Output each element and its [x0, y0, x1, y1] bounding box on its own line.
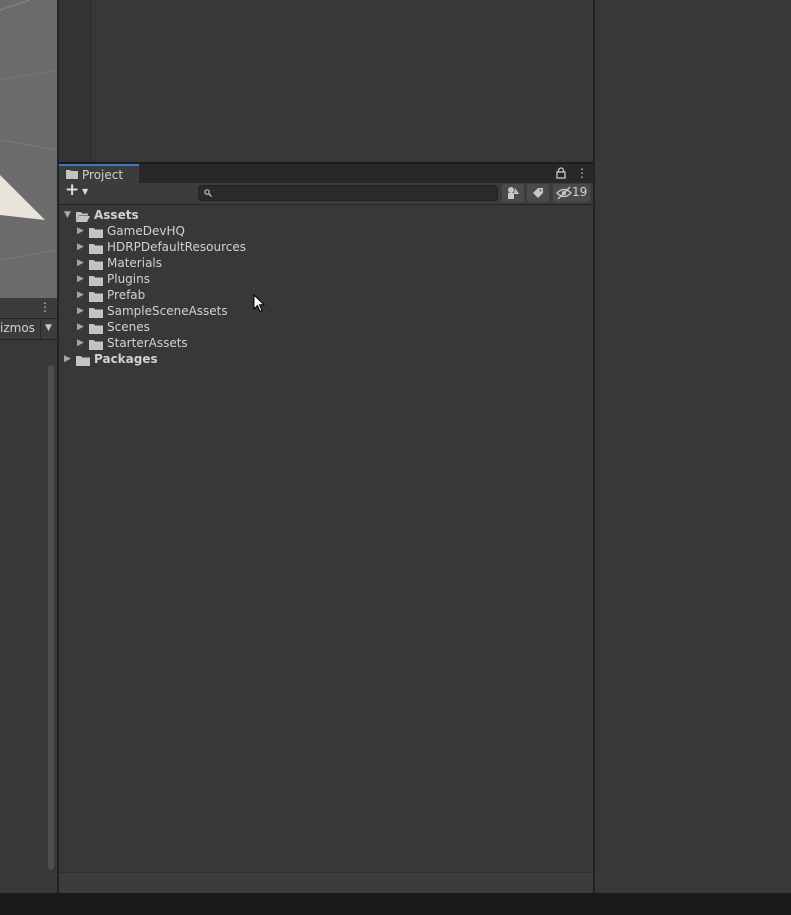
tree-item[interactable]: ▶ StarterAssets — [59, 336, 593, 352]
eye-slash-icon — [556, 186, 572, 200]
inspector-panel — [595, 0, 791, 893]
project-tab-bar: Project ⋮ — [59, 163, 593, 184]
scene-toolbar: izmos ▼ — [0, 319, 57, 340]
folder-icon — [89, 340, 103, 350]
gizmos-button[interactable]: izmos — [0, 321, 35, 335]
create-button[interactable]: + ▼ — [63, 180, 91, 203]
tree-item[interactable]: ▶ Packages — [59, 352, 593, 368]
search-input[interactable] — [198, 185, 498, 201]
tree-item-label: Materials — [107, 256, 163, 270]
tree-item[interactable]: ▶ Scenes — [59, 320, 593, 336]
tree-item-label: Assets — [94, 208, 139, 222]
tree-item[interactable]: ▶ HDRPDefaultResources — [59, 240, 593, 256]
search-icon — [204, 189, 212, 197]
tab-project-label: Project — [82, 168, 124, 182]
tree-item[interactable]: ▶ Plugins — [59, 272, 593, 288]
folder-icon — [89, 276, 103, 286]
tag-icon — [533, 188, 543, 198]
hidden-packages-count: 19 — [572, 185, 588, 199]
collapsed-arrow-icon[interactable]: ▶ — [77, 306, 85, 316]
tree-item[interactable]: ▼ Assets — [59, 208, 593, 224]
kebab-menu-icon[interactable]: ⋮ — [39, 300, 51, 314]
mouse-cursor-icon — [253, 294, 265, 313]
tree-item-label: SampleSceneAssets — [107, 304, 228, 318]
project-folder-tree: ▼ Assets ▶ GameDevHQ ▶ HDRPDefaultResources ▶ M… — [59, 205, 593, 872]
project-toolbar: + ▼ 19 — [59, 180, 593, 205]
tree-item[interactable]: ▶ Prefab — [59, 288, 593, 304]
tree-item-label: Scenes — [107, 320, 150, 334]
project-footer — [59, 872, 593, 894]
tree-item[interactable]: ▶ SampleSceneAssets — [59, 304, 593, 320]
tree-item-label: Packages — [94, 352, 158, 366]
expanded-arrow-icon[interactable]: ▼ — [64, 210, 72, 220]
collapsed-arrow-icon[interactable]: ▶ — [77, 338, 85, 348]
scene-header-bar: ⋮ — [0, 298, 57, 319]
plus-icon: + — [65, 180, 80, 200]
top-panel — [59, 0, 593, 162]
vertical-scrollbar[interactable] — [48, 365, 54, 870]
collapsed-arrow-icon[interactable]: ▶ — [77, 290, 85, 300]
chevron-down-icon: ▼ — [45, 323, 52, 333]
chevron-down-icon: ▼ — [82, 187, 89, 196]
collapsed-arrow-icon[interactable]: ▶ — [77, 258, 85, 268]
search-by-label-button[interactable] — [527, 184, 549, 202]
folder-open-icon — [76, 212, 90, 222]
scene-view-viewport[interactable] — [0, 0, 57, 298]
folder-icon — [89, 292, 103, 302]
folder-icon — [66, 170, 78, 179]
tree-item-label: Plugins — [107, 272, 150, 286]
lock-icon[interactable] — [556, 167, 566, 179]
collapsed-arrow-icon[interactable]: ▶ — [77, 274, 85, 284]
hidden-packages-button[interactable]: 19 — [553, 184, 590, 202]
tree-item[interactable]: ▶ Materials — [59, 256, 593, 272]
tree-item-label: HDRPDefaultResources — [107, 240, 246, 254]
search-by-type-button[interactable] — [502, 184, 524, 202]
folder-icon — [89, 260, 103, 270]
tree-item-label: GameDevHQ — [107, 224, 185, 238]
collapsed-arrow-icon[interactable]: ▶ — [77, 322, 85, 332]
folder-icon — [89, 324, 103, 334]
collapsed-arrow-icon[interactable]: ▶ — [77, 242, 85, 252]
folder-icon — [89, 308, 103, 318]
folder-icon — [76, 356, 90, 366]
collapsed-arrow-icon[interactable]: ▶ — [77, 226, 85, 236]
tree-item-label: Prefab — [107, 288, 146, 302]
tree-item[interactable]: ▶ GameDevHQ — [59, 224, 593, 240]
kebab-menu-icon[interactable]: ⋮ — [576, 166, 588, 180]
panel-gutter — [59, 0, 92, 162]
status-bar — [0, 893, 791, 915]
folder-icon — [89, 228, 103, 238]
collapsed-arrow-icon[interactable]: ▶ — [64, 354, 72, 364]
gizmos-dropdown[interactable]: ▼ — [40, 319, 58, 339]
shapes-icon — [508, 187, 519, 199]
tree-item-label: StarterAssets — [107, 336, 188, 350]
folder-icon — [89, 244, 103, 254]
